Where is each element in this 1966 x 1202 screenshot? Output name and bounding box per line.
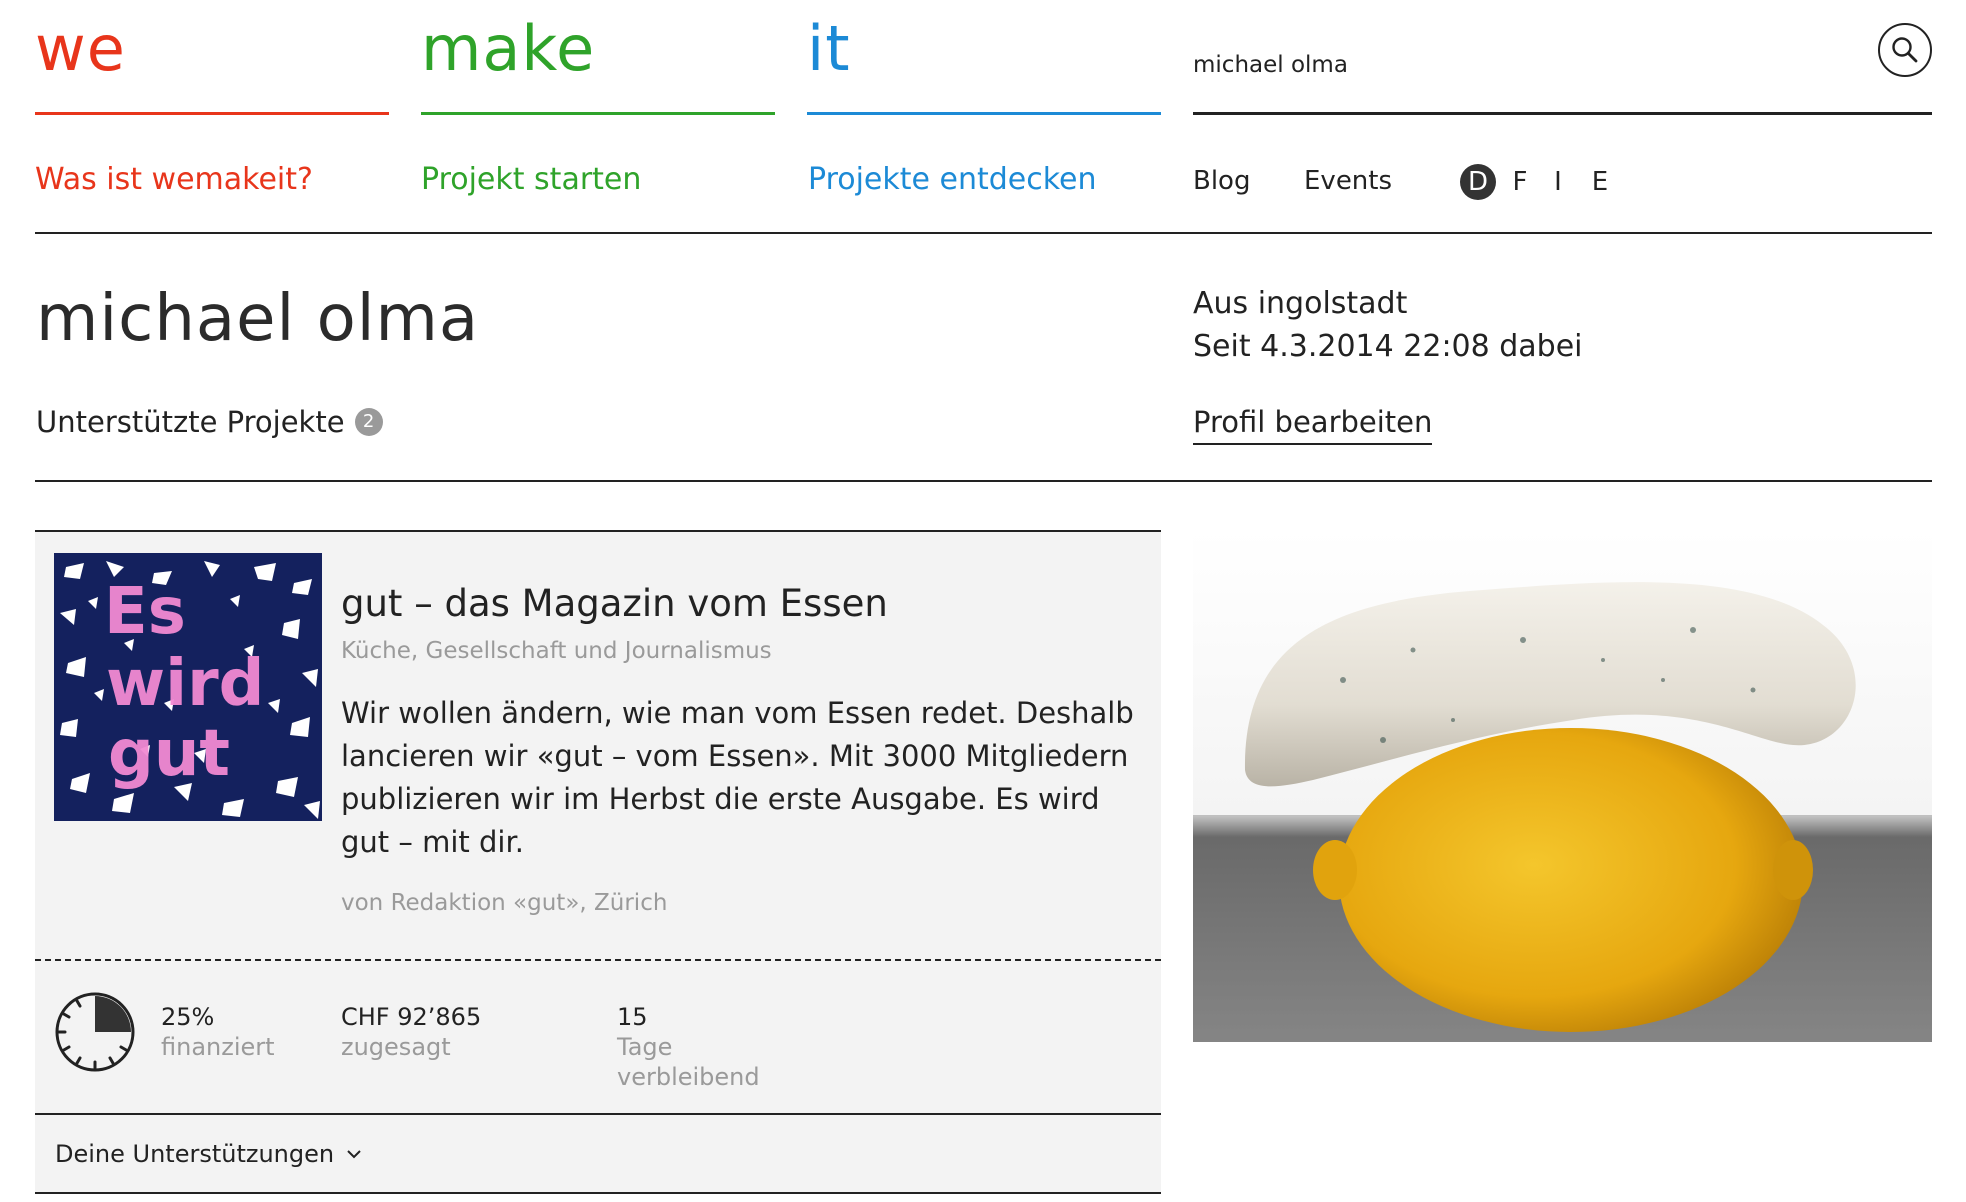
brand-we-text: we <box>35 12 126 85</box>
project-category: Küche, Gesellschaft und Journalismus <box>341 638 772 664</box>
header-divider <box>35 232 1932 234</box>
ring-tick <box>62 1012 71 1019</box>
profile-location: Aus ingolstadt <box>1193 286 1408 321</box>
thumbnail-text-line-2: wird <box>106 647 264 721</box>
profile-meta: Aus ingolstadt Seit 4.3.2014 22:08 dabei <box>1193 282 1583 368</box>
supported-projects-label: Unterstützte Projekte <box>36 405 345 439</box>
brand-we[interactable]: we <box>35 18 389 115</box>
card-divider <box>35 959 1161 961</box>
funded-label: finanziert <box>161 1033 275 1061</box>
language-i[interactable]: I <box>1540 164 1576 200</box>
project-description: Wir wollen ändern, wie man vom Essen red… <box>341 696 1134 859</box>
thumbnail-text-line-1: Es <box>104 575 186 649</box>
language-d[interactable]: D <box>1460 164 1496 200</box>
search-icon <box>1892 37 1918 63</box>
edit-profile-link[interactable]: Profil bearbeiten <box>1193 405 1433 445</box>
profile-name: michael olma <box>36 282 480 356</box>
ring-tick <box>119 1045 128 1052</box>
brand-make[interactable]: make <box>421 18 775 115</box>
profile-divider <box>35 480 1932 482</box>
nav-start-project-link[interactable]: Projekt starten <box>421 162 641 197</box>
nav-discover-link[interactable]: Projekte entdecken <box>808 162 1097 197</box>
pledged-value: CHF 92’865 <box>341 1003 482 1031</box>
supported-projects-count: 2 <box>354 408 383 436</box>
ring-tick <box>108 1056 115 1065</box>
brand-it[interactable]: it <box>807 18 1161 115</box>
language-f[interactable]: F <box>1502 164 1538 200</box>
card-support-divider <box>35 1113 1161 1115</box>
nav-blog-link[interactable]: Blog <box>1193 166 1250 196</box>
project-photo[interactable] <box>1193 530 1932 1042</box>
thumbnail-text-line-3: gut <box>108 717 230 791</box>
card-bottom-border <box>35 1192 1161 1194</box>
days-value: 15 <box>617 1003 648 1031</box>
page: we make it Was ist wemakeit? Projekt sta… <box>0 0 1966 1202</box>
profile-since: Seit 4.3.2014 22:08 dabei <box>1193 329 1583 364</box>
stat-funded: 25% finanziert <box>161 1002 275 1062</box>
ring-tick <box>62 1045 71 1052</box>
your-support-label: Deine Unterstützungen <box>55 1140 335 1168</box>
brand-it-text: it <box>807 12 851 85</box>
pledged-label: zugesagt <box>341 1033 451 1061</box>
ring-tick <box>75 999 82 1008</box>
search-button[interactable] <box>1878 23 1932 77</box>
search-input[interactable] <box>1193 48 1833 82</box>
project-author: von Redaktion «gut», Zürich <box>341 890 668 916</box>
nav-events-link[interactable]: Events <box>1304 166 1392 196</box>
funded-value: 25% <box>161 1003 215 1031</box>
project-title[interactable]: gut – das Magazin vom Essen <box>341 582 888 625</box>
supported-projects-tab[interactable]: Unterstützte Projekte 2 <box>36 405 383 439</box>
stat-days-left: 15 Tage verbleibend <box>617 1002 760 1092</box>
brand-make-text: make <box>421 12 596 85</box>
language-e[interactable]: E <box>1582 164 1618 200</box>
nav-about-link[interactable]: Was ist wemakeit? <box>35 162 313 197</box>
days-label-1: Tage <box>617 1033 673 1061</box>
project-card[interactable]: Es wird gut gut – das Magazin vom Essen … <box>35 530 1161 1194</box>
search-bar <box>1193 18 1932 115</box>
ring-tick <box>75 1056 82 1065</box>
project-thumbnail[interactable]: Es wird gut <box>54 553 322 821</box>
funding-progress-ring <box>55 992 135 1072</box>
days-label-2: verbleibend <box>617 1063 760 1091</box>
stat-pledged: CHF 92’865 zugesagt <box>341 1002 481 1062</box>
your-support-toggle[interactable]: Deine Unterstützungen <box>55 1140 362 1168</box>
chevron-down-icon <box>347 1150 361 1159</box>
